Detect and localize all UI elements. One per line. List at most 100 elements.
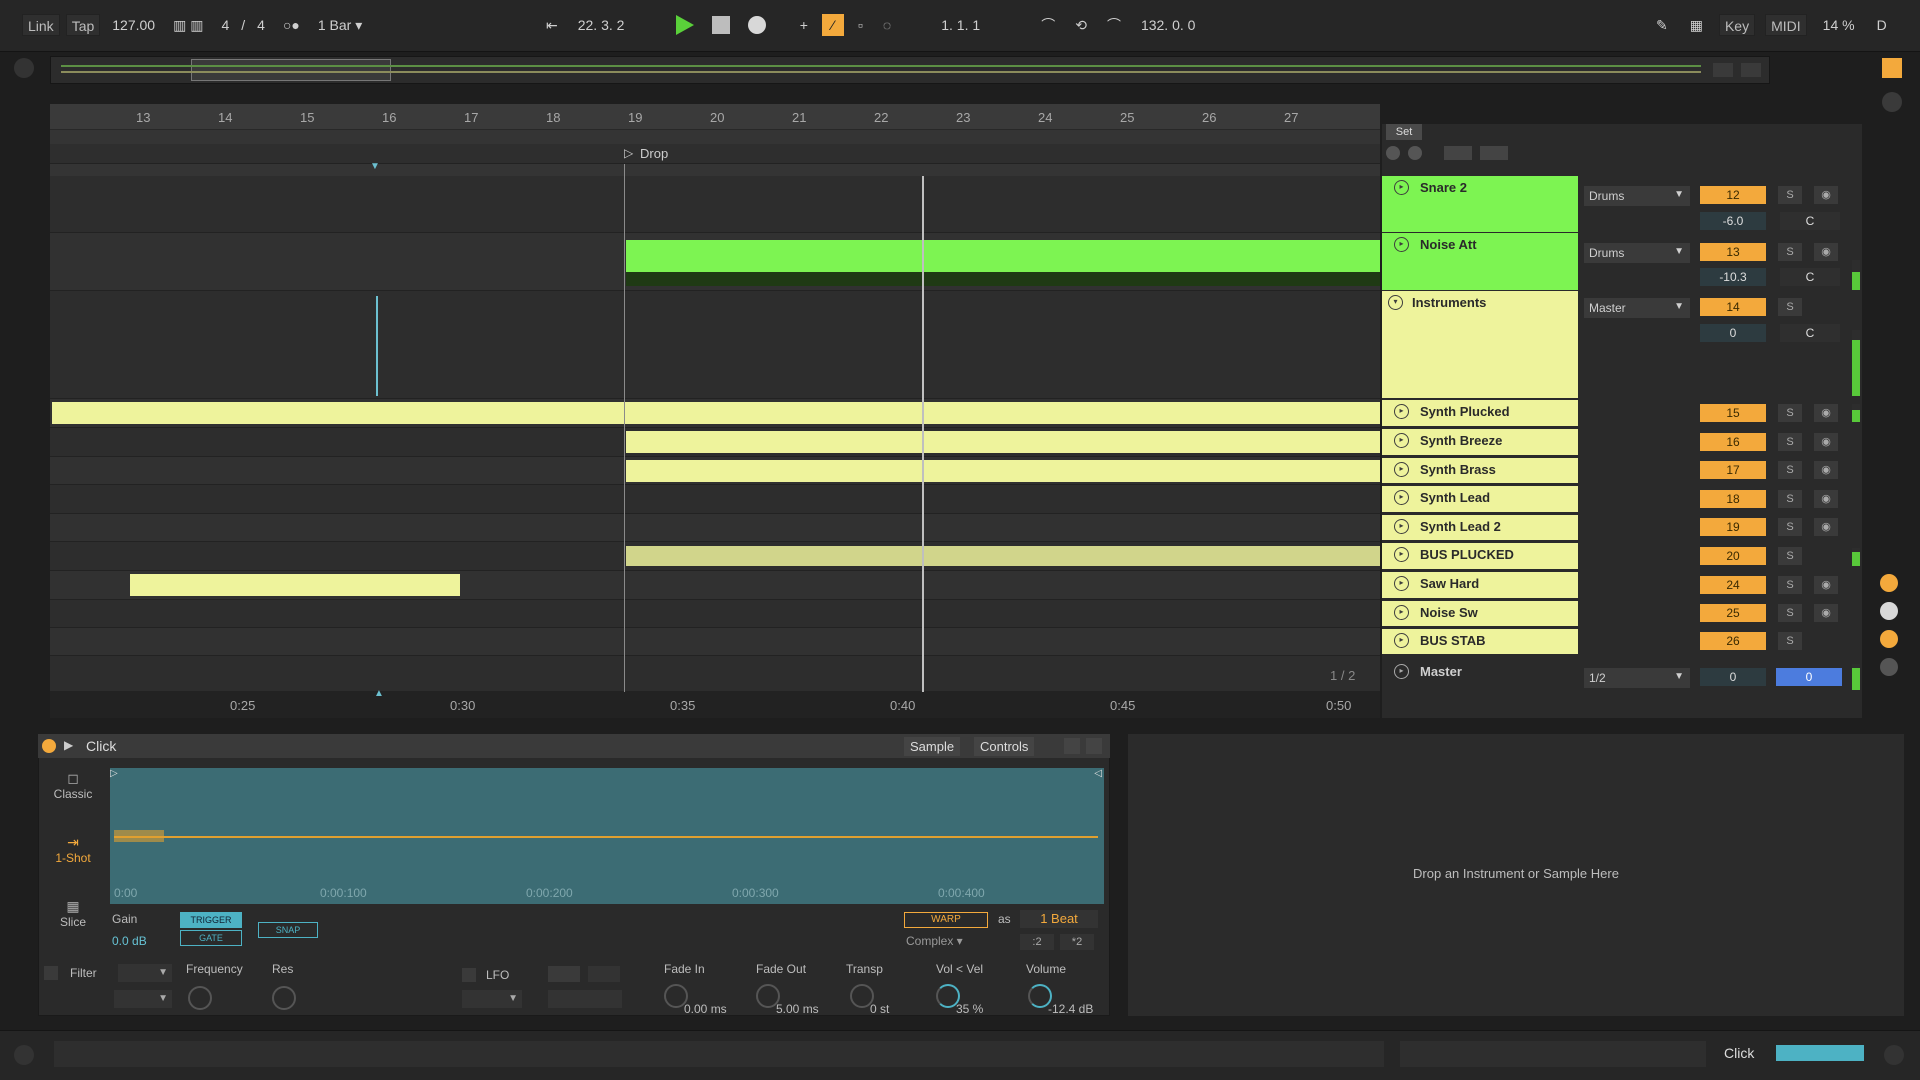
track-fold-icon[interactable]: ▸ (1394, 519, 1409, 534)
track-number[interactable]: 16 (1700, 433, 1766, 451)
overview-viewport[interactable] (191, 59, 391, 81)
track-number[interactable]: 18 (1700, 490, 1766, 508)
side-button-orange-2[interactable] (1880, 630, 1898, 648)
mode-slice[interactable]: ▦ Slice (42, 898, 104, 948)
trigger-button[interactable]: TRIGGER (180, 912, 242, 928)
solo-button[interactable]: S (1778, 518, 1802, 536)
lane-instruments[interactable] (50, 291, 1380, 399)
transpose-value[interactable]: 0 st (870, 1002, 889, 1016)
solo-button[interactable]: S (1778, 433, 1802, 451)
res-knob[interactable] (272, 986, 296, 1010)
quantize-menu[interactable]: 1 Bar ▾ (312, 14, 368, 36)
warp-beats-field[interactable]: 1 Beat (1020, 910, 1098, 928)
track-number[interactable]: 24 (1700, 576, 1766, 594)
track-bus-plucked[interactable]: ▸ BUS PLUCKED (1382, 543, 1578, 570)
warp-button[interactable]: WARP (904, 912, 988, 928)
overdub-icon[interactable]: + (794, 14, 814, 36)
lfo-rate-field[interactable] (548, 990, 622, 1008)
arm-button[interactable]: ◉ (1814, 404, 1838, 422)
side-button-orange[interactable] (1880, 574, 1898, 592)
track-number[interactable]: 19 (1700, 518, 1766, 536)
save-preset-icon[interactable] (1086, 738, 1102, 754)
solo-button[interactable]: S (1778, 604, 1802, 622)
draw-mode-icon[interactable]: ✎ (1650, 14, 1674, 36)
lfo-sync-button[interactable] (588, 966, 620, 982)
metronome-icon[interactable]: ○● (277, 14, 306, 36)
track-number[interactable]: 25 (1700, 604, 1766, 622)
track-fold-icon[interactable]: ▸ (1394, 433, 1409, 448)
punch-in-icon[interactable]: ⌒ (1035, 14, 1061, 36)
time-signature-denominator[interactable]: 4 (251, 14, 271, 36)
automation-arm-icon[interactable]: ⁄ (821, 14, 844, 36)
right-panel-menu-icon[interactable] (1882, 58, 1902, 78)
track-fold-icon[interactable]: ▸ (1394, 404, 1409, 419)
delete-locator-icon[interactable] (1408, 146, 1422, 160)
track-fold-icon[interactable]: ▸ (1394, 462, 1409, 477)
master-pan[interactable]: 0 (1776, 668, 1842, 686)
master-output-route[interactable]: 1/2 ▼ (1584, 668, 1690, 688)
track-noise-sw[interactable]: ▸ Noise Sw (1382, 601, 1578, 627)
side-button-grey[interactable] (1880, 658, 1898, 676)
solo-button[interactable]: S (1778, 404, 1802, 422)
mode-classic[interactable]: ◻ Classic (42, 770, 104, 820)
punch-out-icon[interactable]: ⌒ (1101, 14, 1127, 36)
arm-button[interactable]: ◉ (1814, 604, 1838, 622)
track-noise-att[interactable]: ▸ Noise Att (1382, 233, 1578, 291)
arm-button[interactable]: ◉ (1814, 461, 1838, 479)
filter-slope-menu[interactable]: ▼ (114, 990, 172, 1008)
lane-noise-sw[interactable] (50, 600, 1380, 628)
device-on-icon[interactable] (42, 739, 56, 753)
track-synth-brass[interactable]: ▸ Synth Brass (1382, 458, 1578, 484)
track-bus-stab[interactable]: ▸ BUS STAB (1382, 629, 1578, 655)
track-output-route[interactable]: Drums ▼ (1584, 186, 1690, 206)
left-gutter-toggle[interactable] (14, 58, 34, 78)
track-number[interactable]: 12 (1700, 186, 1766, 204)
clip-synth-breeze[interactable] (626, 431, 1380, 453)
volume-value[interactable]: -12.4 dB (1048, 1002, 1093, 1016)
gate-button[interactable]: GATE (180, 930, 242, 946)
song-position-field[interactable]: 22. 3. 2 (572, 14, 662, 36)
lane-bus-stab[interactable] (50, 628, 1380, 656)
track-pan[interactable]: C (1780, 212, 1840, 230)
locator-flag-icon[interactable]: ▷ (624, 146, 633, 160)
group-fold-icon[interactable]: ▾ (1388, 295, 1403, 310)
start-marker-icon[interactable]: ▷ (110, 768, 118, 779)
track-fold-icon[interactable]: ▸ (1394, 576, 1409, 591)
arm-button[interactable]: ◉ (1814, 490, 1838, 508)
end-marker-icon[interactable]: ◁ (1094, 768, 1102, 779)
device-expand-icon[interactable]: ▶ (64, 738, 73, 752)
warp-mode-menu[interactable]: Complex ▾ (906, 934, 963, 948)
solo-button[interactable]: S (1778, 490, 1802, 508)
add-locator-icon[interactable] (1386, 146, 1400, 160)
solo-button[interactable]: S (1778, 547, 1802, 565)
master-volume[interactable]: 0 (1700, 668, 1766, 686)
solo-button[interactable]: S (1778, 243, 1802, 261)
clip-noise-att[interactable] (626, 240, 1380, 270)
frequency-knob[interactable] (188, 986, 212, 1010)
right-panel-toggle[interactable] (1882, 92, 1902, 112)
lane-master[interactable] (50, 656, 1380, 692)
group-fold-icon[interactable]: ▸ (1394, 633, 1409, 648)
arm-button[interactable]: ◉ (1814, 518, 1838, 536)
hot-swap-icon[interactable] (1064, 738, 1080, 754)
overview-zoom-in-icon[interactable] (1713, 63, 1733, 77)
clip-saw-hard[interactable] (130, 574, 460, 596)
track-fold-icon[interactable]: ▸ (1394, 180, 1409, 195)
loop-icon[interactable]: ⟲ (1069, 14, 1093, 36)
fade-out-value[interactable]: 5.00 ms (776, 1002, 819, 1016)
lane-synth-lead[interactable] (50, 485, 1380, 514)
computer-keyboard-icon[interactable]: ▦ (1684, 14, 1709, 36)
session-record-icon[interactable]: ◌ (877, 14, 897, 36)
stop-icon[interactable] (711, 16, 730, 34)
filter-toggle[interactable] (44, 966, 58, 980)
tab-controls[interactable]: Controls (974, 737, 1035, 756)
lock-icon[interactable] (1480, 146, 1508, 160)
lane-snare-2[interactable] (50, 176, 1380, 233)
lfo-shape-menu[interactable]: ▼ (462, 990, 522, 1008)
set-button[interactable]: Set (1386, 124, 1422, 140)
time-signature-numerator[interactable]: 4 (215, 14, 235, 36)
track-synth-lead[interactable]: ▸ Synth Lead (1382, 486, 1578, 513)
clip-bus-plucked[interactable] (626, 546, 1380, 566)
track-volume[interactable]: -10.3 (1700, 268, 1766, 286)
lfo-toggle[interactable] (462, 968, 476, 982)
